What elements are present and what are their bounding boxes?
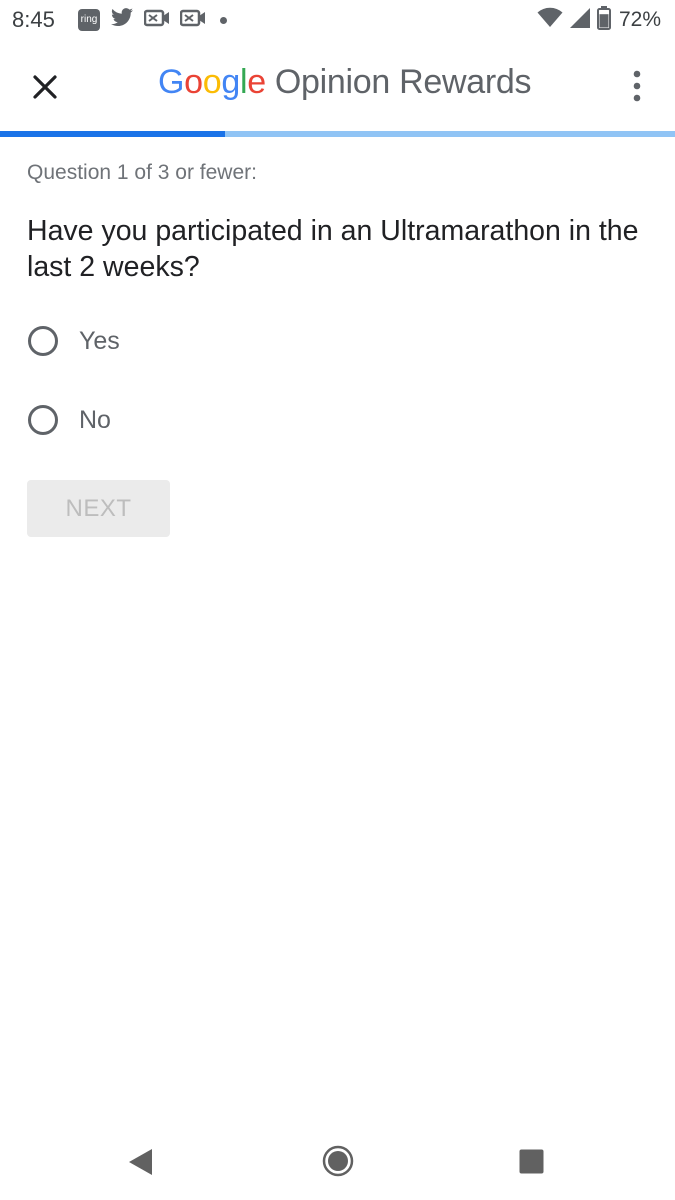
twitter-icon [110, 7, 134, 34]
brand-letter: o [202, 63, 222, 101]
cell-signal-icon [569, 7, 591, 34]
camera-notification-icon [143, 7, 170, 34]
battery-percent: 72% [618, 8, 661, 31]
notification-icons: ring [78, 7, 227, 33]
option-no[interactable]: No [28, 400, 111, 440]
system-icons: 72% [537, 5, 661, 35]
status-time: 8:45 [12, 7, 55, 32]
survey-progress-fill [0, 131, 225, 137]
wifi-icon [537, 7, 563, 34]
option-label-no: No [79, 405, 111, 434]
survey-progress-bar [0, 131, 675, 137]
next-button[interactable]: NEXT [27, 480, 170, 537]
camera-notification-icon-2 [179, 7, 206, 34]
back-icon [129, 1149, 152, 1175]
brand-letter: g [221, 63, 240, 101]
brand-letter: o [184, 63, 203, 101]
app-bar: Google Opinion Rewards [0, 40, 675, 132]
question-counter: Question 1 of 3 or fewer: [27, 161, 257, 184]
option-yes[interactable]: Yes [28, 321, 120, 361]
more-vert-icon [633, 70, 641, 102]
brand-letter: e [247, 63, 266, 101]
status-bar: 8:45 ring 72% [0, 0, 675, 40]
close-icon [33, 75, 57, 99]
ring-app-icon: ring [78, 9, 100, 31]
app-title-text: Opinion Rewards [274, 63, 532, 101]
radio-button-yes[interactable] [28, 326, 58, 356]
overflow-menu-button[interactable] [615, 64, 659, 108]
brand-letter: G [158, 63, 185, 101]
app-title: Google Opinion Rewards [158, 63, 531, 102]
more-notifications-dot [220, 16, 227, 24]
recents-icon [519, 1149, 544, 1174]
close-button[interactable] [22, 64, 68, 110]
question-text: Have you participated in an Ultramaratho… [27, 215, 639, 283]
radio-button-no[interactable] [28, 405, 58, 435]
option-label-yes: Yes [79, 326, 120, 355]
home-button[interactable] [322, 1145, 354, 1182]
battery-icon [596, 5, 611, 35]
system-nav-bar [0, 1120, 675, 1200]
home-icon [322, 1145, 354, 1177]
recents-button[interactable] [519, 1149, 544, 1179]
back-button[interactable] [128, 1148, 154, 1181]
